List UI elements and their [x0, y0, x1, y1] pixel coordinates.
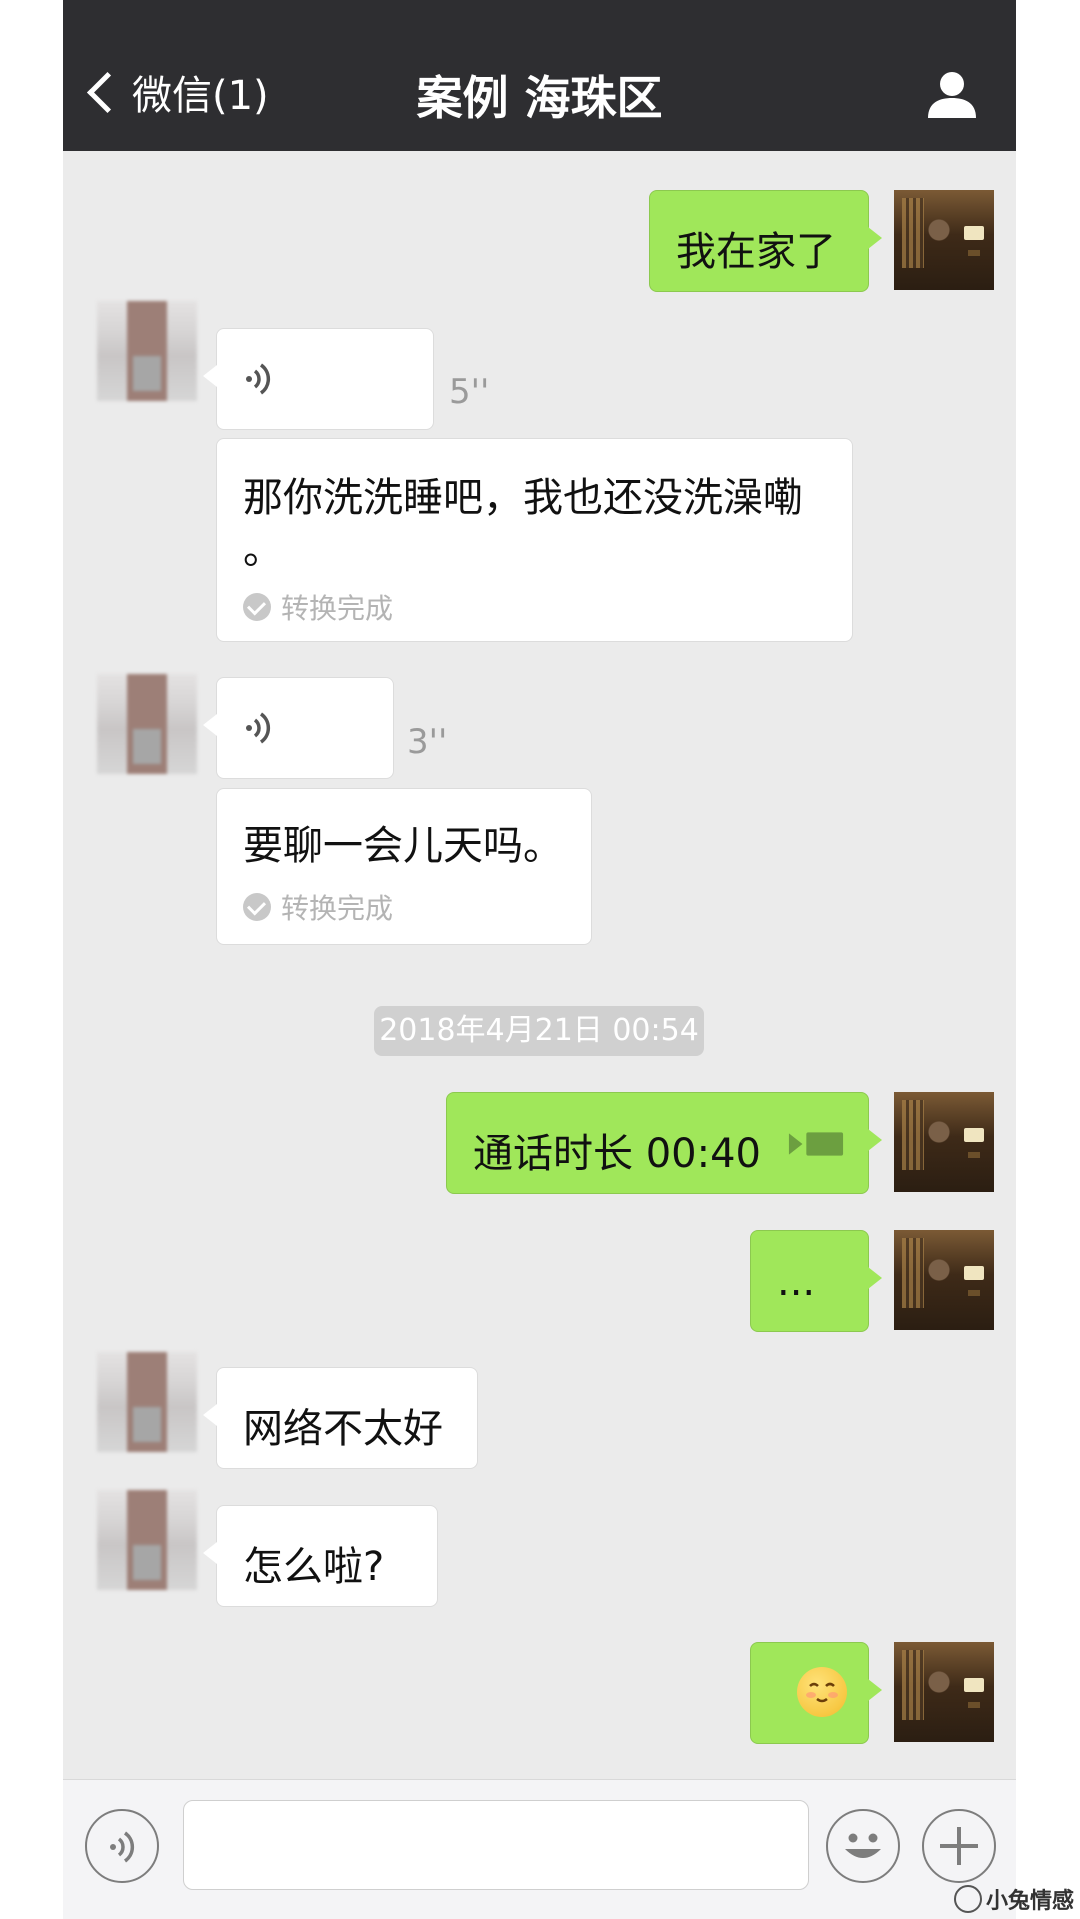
voice-transcript-bubble[interactable]: 要聊一会儿天吗。 转换完成	[216, 788, 592, 945]
transcribe-status: 转换完成	[243, 887, 393, 927]
time-separator: 2018年4月21日 00:54	[374, 1006, 704, 1056]
voice-wave-icon	[110, 1831, 135, 1863]
status-label: 转换完成	[281, 592, 394, 625]
message-text: 怎么啦?	[243, 1544, 385, 1590]
check-circle-icon	[243, 893, 271, 921]
message-text: ...	[777, 1259, 816, 1305]
voice-duration: 5''	[449, 372, 490, 412]
chat-screen: 微信(1) 案例 海珠区 我在家了 5'' 那你洗洗睡吧，我也还没洗澡嘞 。 转…	[63, 0, 1016, 1919]
contact-avatar[interactable]	[97, 674, 197, 774]
my-avatar[interactable]	[894, 190, 994, 290]
transcript-text-tail: 。	[243, 527, 283, 573]
smiling-face-icon	[797, 1667, 847, 1717]
voice-message-bubble[interactable]	[203, 677, 394, 779]
voice-message-bubble[interactable]	[203, 328, 434, 430]
message-text: 网络不太好	[243, 1406, 443, 1452]
voice-duration: 3''	[407, 722, 448, 762]
contact-info-icon[interactable]	[926, 68, 978, 120]
call-record-bubble[interactable]: 通话时长 00:40	[446, 1092, 882, 1194]
video-camera-icon	[788, 1132, 844, 1156]
transcribe-status: 转换完成	[243, 587, 393, 627]
message-bubble[interactable]: 怎么啦?	[203, 1505, 438, 1607]
plus-icon	[940, 1827, 978, 1865]
contact-avatar[interactable]	[97, 301, 197, 401]
more-button[interactable]	[922, 1809, 996, 1883]
my-avatar[interactable]	[894, 1092, 994, 1192]
message-bubble[interactable]: 我在家了	[649, 190, 882, 292]
voice-wave-icon	[246, 363, 271, 395]
my-avatar[interactable]	[894, 1230, 994, 1330]
input-toolbar	[63, 1779, 1016, 1919]
voice-input-button[interactable]	[85, 1809, 159, 1883]
emoji-icon	[845, 1833, 881, 1858]
transcript-text: 那你洗洗睡吧，我也还没洗澡嘞	[243, 475, 803, 521]
emoji-button[interactable]	[826, 1809, 900, 1883]
call-duration-text: 通话时长 00:40	[473, 1131, 761, 1177]
message-text: 我在家了	[676, 229, 836, 275]
logo-icon	[953, 1885, 982, 1913]
message-input[interactable]	[183, 1800, 809, 1890]
message-bubble[interactable]: ...	[750, 1230, 882, 1332]
watermark: 小兔情感	[953, 1883, 1074, 1915]
nav-bar: 微信(1) 案例 海珠区	[63, 0, 1016, 151]
voice-wave-icon	[246, 712, 271, 744]
watermark-text: 小兔情感	[985, 1889, 1074, 1914]
my-avatar[interactable]	[894, 1642, 994, 1742]
contact-avatar[interactable]	[97, 1352, 197, 1452]
status-label: 转换完成	[281, 892, 394, 925]
contact-avatar[interactable]	[97, 1490, 197, 1590]
emoji-message-bubble[interactable]	[750, 1642, 882, 1744]
transcript-text: 要聊一会儿天吗。	[243, 823, 563, 869]
message-bubble[interactable]: 网络不太好	[203, 1367, 478, 1469]
voice-transcript-bubble[interactable]: 那你洗洗睡吧，我也还没洗澡嘞 。 转换完成	[216, 438, 853, 642]
check-circle-icon	[243, 593, 271, 621]
chat-title: 案例 海珠区	[416, 71, 663, 125]
